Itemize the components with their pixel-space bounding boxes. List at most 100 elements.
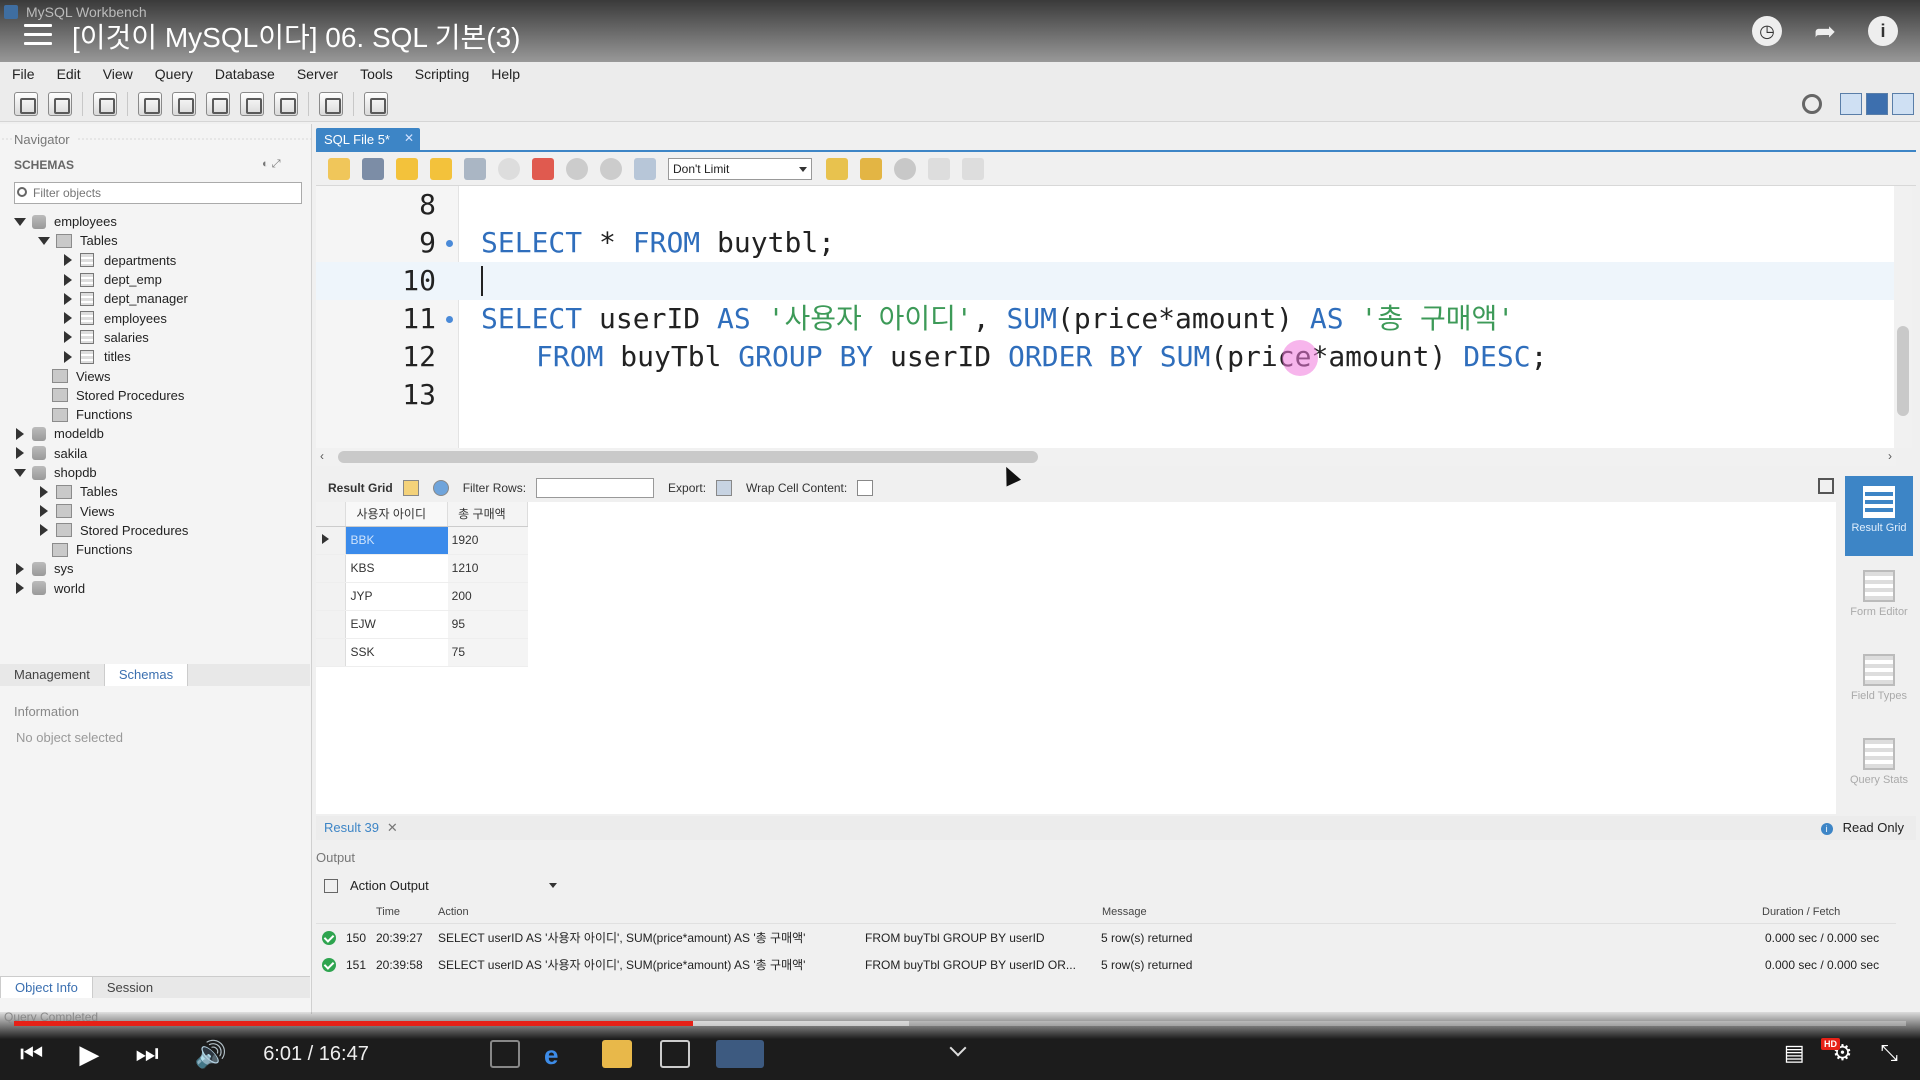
- tree-node-salaries[interactable]: salaries: [0, 328, 310, 347]
- expand-arrow-icon[interactable]: [38, 236, 50, 245]
- copy-icon[interactable]: [324, 878, 338, 893]
- tree-node-modeldb[interactable]: modeldb: [0, 424, 310, 443]
- table-cell[interactable]: 1920: [447, 526, 528, 555]
- menu-server[interactable]: Server: [297, 66, 338, 82]
- table-cell[interactable]: SSK: [345, 638, 448, 667]
- autocommit-icon[interactable]: [634, 157, 656, 180]
- collapse-arrow-icon[interactable]: [64, 254, 72, 267]
- wrap-lines-icon[interactable]: [962, 157, 984, 180]
- save-icon[interactable]: [362, 157, 384, 180]
- tree-node-shop-views[interactable]: Views: [0, 501, 310, 520]
- tree-node-sakila[interactable]: sakila: [0, 444, 310, 463]
- file-explorer-icon[interactable]: [602, 1040, 632, 1068]
- explain-icon[interactable]: [464, 157, 486, 180]
- create-function-icon[interactable]: [274, 91, 298, 116]
- info-icon[interactable]: i: [1868, 16, 1898, 46]
- tree-node-views[interactable]: Views: [0, 366, 310, 385]
- expand-arrow-icon[interactable]: [14, 217, 26, 226]
- tab-object-info[interactable]: Object Info: [0, 977, 93, 998]
- output-row[interactable]: 151 20:39:58 SELECT userID AS '사용자 아이디',…: [316, 951, 1896, 978]
- tree-node-stored-procedures[interactable]: Stored Procedures: [0, 386, 310, 405]
- tree-node-employees-table[interactable]: employees: [0, 308, 310, 327]
- row-header[interactable]: [316, 638, 347, 667]
- query-stats-button[interactable]: Query Stats: [1845, 728, 1913, 808]
- expand-arrow-icon[interactable]: [14, 468, 26, 477]
- menu-file[interactable]: File: [12, 66, 35, 82]
- task-view-icon[interactable]: [490, 1040, 520, 1068]
- table-cell[interactable]: KBS: [345, 554, 448, 583]
- grid-layout-icon[interactable]: [402, 480, 419, 496]
- collapse-arrow-icon[interactable]: [64, 273, 72, 286]
- filter-objects-field[interactable]: [14, 182, 302, 204]
- form-editor-button[interactable]: Form Editor: [1845, 560, 1913, 640]
- toggle-sidebar-icon[interactable]: [1840, 93, 1862, 115]
- execute-current-icon[interactable]: [430, 157, 452, 180]
- column-header[interactable]: 총 구매액: [447, 502, 528, 527]
- limit-rows-select[interactable]: Don't Limit: [668, 157, 812, 180]
- tree-node-shopdb[interactable]: shopdb: [0, 463, 310, 482]
- beautify-icon[interactable]: [860, 157, 882, 180]
- tree-node-world[interactable]: world: [0, 579, 310, 598]
- field-types-button[interactable]: Field Types: [1845, 644, 1913, 724]
- stop-icon[interactable]: [498, 157, 520, 180]
- search-table-data-icon[interactable]: [319, 91, 343, 116]
- menu-scripting[interactable]: Scripting: [415, 66, 469, 82]
- watch-later-icon[interactable]: ◷: [1752, 16, 1782, 46]
- menu-view[interactable]: View: [103, 66, 133, 82]
- table-cell[interactable]: BBK: [345, 526, 448, 555]
- fullscreen-exit-icon[interactable]: ⤡: [1880, 1040, 1898, 1066]
- collapse-arrow-icon[interactable]: [16, 447, 24, 460]
- toggle-stop-on-error-icon[interactable]: [532, 157, 554, 180]
- table-cell[interactable]: 95: [447, 610, 528, 639]
- table-row[interactable]: SSK 75: [316, 638, 528, 667]
- table-cell[interactable]: 200: [447, 582, 528, 611]
- tab-schemas[interactable]: Schemas: [103, 664, 189, 686]
- open-sql-script-icon[interactable]: [48, 91, 72, 116]
- editor-vertical-scrollbar[interactable]: [1894, 186, 1912, 448]
- tab-session[interactable]: Session: [93, 977, 167, 998]
- tree-node-shop-stored-procedures[interactable]: Stored Procedures: [0, 521, 310, 540]
- share-icon[interactable]: ➦: [1810, 16, 1840, 46]
- tree-node-sys[interactable]: sys: [0, 559, 310, 578]
- menu-tools[interactable]: Tools: [360, 66, 393, 82]
- filter-objects-input[interactable]: [33, 184, 299, 202]
- play-icon[interactable]: ▶: [79, 1039, 99, 1070]
- table-row[interactable]: BBK 1920: [316, 526, 528, 555]
- sql-file-tab[interactable]: SQL File 5* ✕: [316, 128, 420, 150]
- video-progress-bar[interactable]: [14, 1021, 1906, 1026]
- tree-node-titles[interactable]: titles: [0, 347, 310, 366]
- open-file-icon[interactable]: [328, 157, 350, 180]
- edge-browser-icon[interactable]: e: [544, 1040, 574, 1070]
- create-procedure-icon[interactable]: [240, 91, 264, 116]
- filter-rows-input[interactable]: [536, 478, 655, 498]
- inspect-icon[interactable]: [93, 91, 117, 116]
- sql-editor[interactable]: 8 9 SELECT * FROM buytbl; 10 11 SELECT u…: [316, 186, 1896, 448]
- collapse-arrow-icon[interactable]: [64, 312, 72, 325]
- table-row[interactable]: JYP 200: [316, 582, 528, 611]
- menu-help[interactable]: Help: [491, 66, 520, 82]
- collapse-arrow-icon[interactable]: [64, 331, 72, 344]
- chevron-down-icon[interactable]: [548, 883, 557, 888]
- menu-query[interactable]: Query: [155, 66, 193, 82]
- table-row[interactable]: EJW 95: [316, 610, 528, 639]
- collapse-arrow-icon[interactable]: [16, 562, 24, 575]
- scroll-right-icon[interactable]: ›: [1888, 449, 1892, 463]
- collapse-arrow-icon[interactable]: [16, 427, 24, 440]
- table-cell[interactable]: EJW: [345, 610, 448, 639]
- reconnect-icon[interactable]: [364, 91, 388, 116]
- menu-database[interactable]: Database: [215, 66, 275, 82]
- invisible-chars-icon[interactable]: [928, 157, 950, 180]
- close-result-tab-icon[interactable]: ✕: [387, 820, 398, 835]
- collapse-arrow-icon[interactable]: [64, 350, 72, 363]
- editor-horizontal-scrollbar[interactable]: ‹ ›: [316, 448, 1896, 466]
- collapse-arrow-icon[interactable]: [40, 505, 48, 518]
- tree-node-dept-manager[interactable]: dept_manager: [0, 289, 310, 308]
- output-type-select[interactable]: Action Output: [324, 878, 557, 893]
- tree-node-dept-emp[interactable]: dept_emp: [0, 270, 310, 289]
- column-header[interactable]: 사용자 아이디: [345, 502, 449, 527]
- scroll-thumb[interactable]: [1897, 326, 1909, 416]
- settings-gear-icon[interactable]: [1802, 94, 1822, 114]
- toggle-results-panel-icon[interactable]: [1818, 478, 1834, 494]
- toggle-secondary-sidebar-icon[interactable]: [1892, 93, 1914, 115]
- collapse-arrow-icon[interactable]: [40, 485, 48, 498]
